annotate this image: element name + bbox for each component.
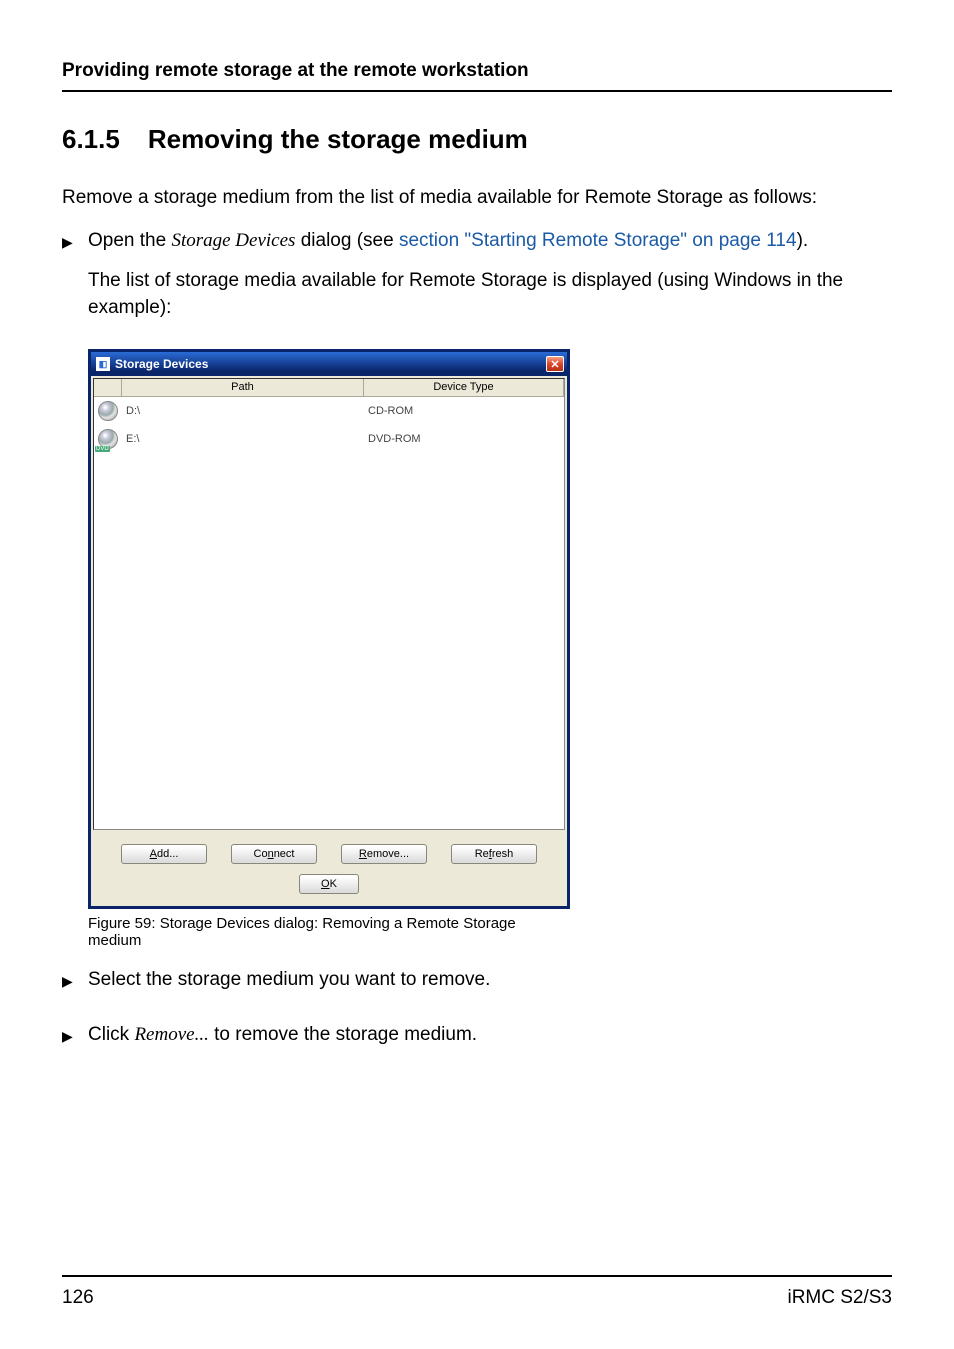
list-header: Path Device Type <box>94 379 564 397</box>
col-type-header[interactable]: Device Type <box>364 379 564 396</box>
list-rows: D:\ CD-ROM E:\ DVD-ROM <box>94 397 564 829</box>
refresh-button[interactable]: Refresh <box>451 844 537 864</box>
row-path: E:\ <box>122 433 364 445</box>
step-open: ▶ Open the Storage Devices dialog (see s… <box>62 228 892 336</box>
step-select-text: Select the storage medium you want to re… <box>88 967 892 994</box>
storage-devices-term: Storage Devices <box>171 230 295 251</box>
running-header: Providing remote storage at the remote w… <box>62 60 892 92</box>
connect-button[interactable]: Connect <box>231 844 317 864</box>
intro-text: Remove a storage medium from the list of… <box>62 185 892 212</box>
col-icon-header[interactable] <box>94 379 122 396</box>
close-icon[interactable]: ✕ <box>546 356 564 372</box>
step-click-remove: ▶ Click Remove... to remove the storage … <box>62 1022 892 1063</box>
figure-caption: Figure 59: Storage Devices dialog: Remov… <box>88 915 570 949</box>
dvd-icon <box>98 429 118 449</box>
device-list[interactable]: Path Device Type D:\ CD-ROM E:\ DVD-ROM <box>93 378 565 830</box>
doc-id: iRMC S2/S3 <box>787 1287 892 1309</box>
dialog-ok-row: OK <box>93 870 565 904</box>
page-number: 126 <box>62 1287 94 1309</box>
row-path: D:\ <box>122 405 364 417</box>
row-type: CD-ROM <box>364 405 564 417</box>
step-displayed-text: The list of storage media available for … <box>88 268 892 321</box>
remove-cmd: Remove... <box>134 1024 208 1045</box>
dialog-client-area: Path Device Type D:\ CD-ROM E:\ DVD-ROM <box>91 376 567 906</box>
step-marker-icon: ▶ <box>62 1022 88 1045</box>
section-number: 6.1.5 <box>62 124 120 155</box>
list-item[interactable]: D:\ CD-ROM <box>94 397 564 425</box>
dialog-titlebar[interactable]: ◧ Storage Devices ✕ <box>91 352 567 376</box>
step-marker-icon: ▶ <box>62 967 88 990</box>
step-marker-icon: ▶ <box>62 228 88 251</box>
remove-button[interactable]: Remove... <box>341 844 427 864</box>
step-click-text: Click Remove... to remove the storage me… <box>88 1022 892 1049</box>
cd-icon <box>98 401 118 421</box>
page-footer: 126 iRMC S2/S3 <box>62 1275 892 1309</box>
storage-devices-dialog: ◧ Storage Devices ✕ Path Device Type D:\… <box>88 349 570 909</box>
add-button[interactable]: Add... <box>121 844 207 864</box>
figure-59: ◧ Storage Devices ✕ Path Device Type D:\… <box>88 349 570 949</box>
step-open-text: Open the Storage Devices dialog (see sec… <box>88 228 892 255</box>
list-item[interactable]: E:\ DVD-ROM <box>94 425 564 453</box>
step-select: ▶ Select the storage medium you want to … <box>62 967 892 1008</box>
ok-button[interactable]: OK <box>299 874 359 894</box>
xref-starting-remote-storage[interactable]: section "Starting Remote Storage" on pag… <box>399 230 797 251</box>
col-path-header[interactable]: Path <box>122 379 364 396</box>
dialog-title: Storage Devices <box>115 357 208 371</box>
dialog-title-icon: ◧ <box>96 357 110 371</box>
row-type: DVD-ROM <box>364 433 564 445</box>
section-heading: 6.1.5 Removing the storage medium <box>62 124 892 155</box>
section-title-text: Removing the storage medium <box>148 124 528 154</box>
dialog-button-row: Add... Connect Remove... Refresh <box>93 830 565 870</box>
